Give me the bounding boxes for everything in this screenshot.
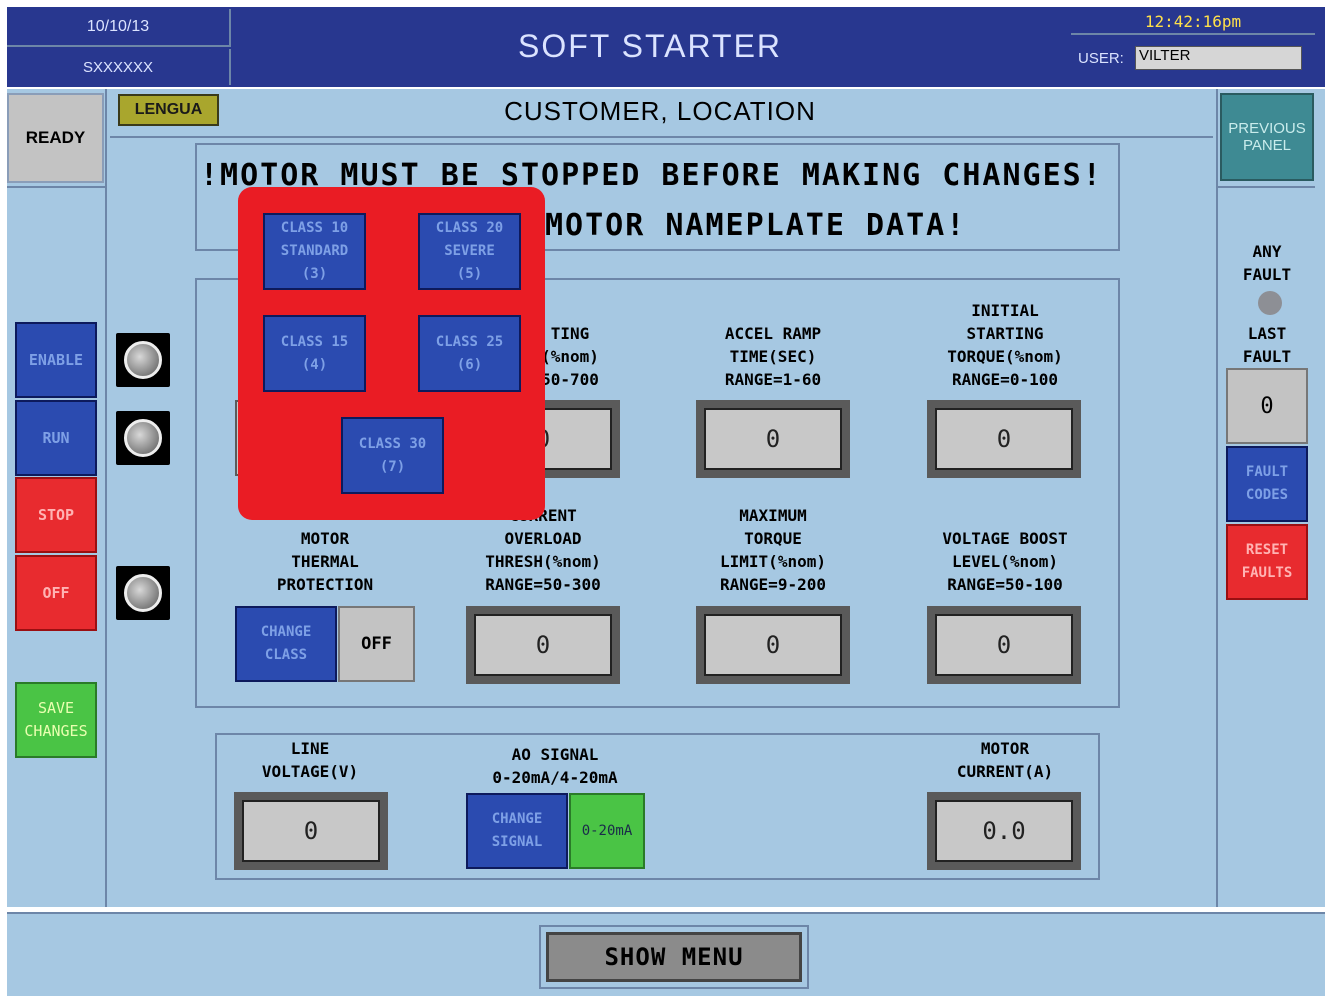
- any-fault-label: ANY FAULT: [1242, 242, 1292, 284]
- enable-button[interactable]: ENABLE: [15, 322, 97, 398]
- fault-indicator-icon: [1258, 291, 1282, 315]
- class-30-button[interactable]: CLASS 30 (7): [341, 417, 444, 494]
- serial-display: SXXXXXX: [7, 49, 231, 85]
- divider: [105, 89, 107, 907]
- stop-button[interactable]: STOP: [15, 477, 97, 553]
- class-20-button[interactable]: CLASS 20 SEVERE (5): [418, 213, 521, 290]
- motor-current-label: MOTOR CURRENT(A): [956, 739, 1054, 781]
- run-button[interactable]: RUN: [15, 400, 97, 476]
- last-fault-value: 0: [1226, 368, 1308, 444]
- change-class-button[interactable]: CHANGE CLASS: [235, 606, 337, 682]
- warning-line-2: MOTOR NAMEPLATE DATA!: [545, 208, 967, 243]
- motor-current-field: 0.0: [927, 792, 1081, 870]
- location-title: CUSTOMER, LOCATION: [504, 95, 816, 126]
- max-torque-field[interactable]: 0: [696, 606, 850, 684]
- accel-ramp-field[interactable]: 0: [696, 400, 850, 478]
- accel-ramp-label: ACCEL RAMP TIME(SEC) RANGE=1-60: [724, 324, 822, 389]
- save-changes-button[interactable]: SAVE CHANGES: [15, 682, 97, 758]
- off-indicator-icon: [116, 566, 170, 620]
- date-display: 10/10/13: [7, 9, 231, 47]
- show-menu-frame: SHOW MENU: [539, 925, 809, 989]
- last-fault-label: LAST FAULT: [1242, 324, 1292, 366]
- page-title: SOFT STARTER: [517, 27, 783, 64]
- line-voltage-label: LINE VOLTAGE(V): [261, 739, 359, 781]
- reset-faults-button[interactable]: RESET FAULTS: [1226, 524, 1308, 600]
- enable-indicator-icon: [116, 333, 170, 387]
- run-indicator-icon: [116, 411, 170, 465]
- initial-torque-field[interactable]: 0: [927, 400, 1081, 478]
- signal-value: 0-20mA: [569, 793, 645, 869]
- voltage-boost-label: VOLTAGE BOOST LEVEL(%nom) RANGE=50-100: [942, 529, 1068, 594]
- class-state: OFF: [338, 606, 415, 682]
- class-25-button[interactable]: CLASS 25 (6): [418, 315, 521, 392]
- time-display: 12:42:16pm: [1071, 9, 1315, 35]
- language-button[interactable]: LENGUA: [118, 94, 219, 126]
- motor-thermal-label: MOTOR THERMAL PROTECTION: [276, 529, 374, 594]
- fault-codes-button[interactable]: FAULT CODES: [1226, 446, 1308, 522]
- overload-field[interactable]: 0: [466, 606, 620, 684]
- voltage-boost-field[interactable]: 0: [927, 606, 1081, 684]
- previous-panel-button[interactable]: PREVIOUS PANEL: [1220, 93, 1314, 181]
- ao-signal-label: AO SIGNAL 0-20mA/4-20mA: [492, 745, 618, 787]
- show-menu-button[interactable]: SHOW MENU: [546, 932, 802, 982]
- divider: [110, 136, 1213, 138]
- divider: [1218, 186, 1315, 188]
- divider: [7, 186, 105, 188]
- max-torque-label: MAXIMUM TORQUE LIMIT(%nom) RANGE=9-200: [720, 506, 826, 594]
- user-label: USER:: [1078, 50, 1124, 67]
- change-signal-button[interactable]: CHANGE SIGNAL: [466, 793, 568, 869]
- status-ready: READY: [7, 93, 104, 183]
- class-15-button[interactable]: CLASS 15 (4): [263, 315, 366, 392]
- off-button[interactable]: OFF: [15, 555, 97, 631]
- initial-torque-label: INITIAL STARTING TORQUE(%nom) RANGE=0-10…: [947, 301, 1063, 389]
- class-10-button[interactable]: CLASS 10 STANDARD (3): [263, 213, 366, 290]
- user-field[interactable]: VILTER: [1135, 46, 1302, 70]
- divider: [1216, 89, 1218, 907]
- line-voltage-field[interactable]: 0: [234, 792, 388, 870]
